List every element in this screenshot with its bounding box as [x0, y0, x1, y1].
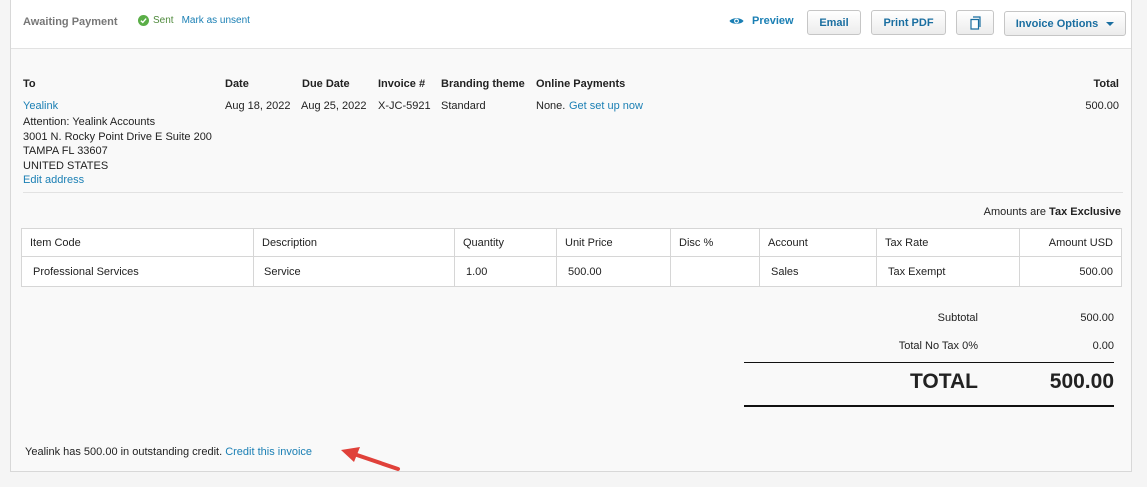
online-payments-heading: Online Payments	[536, 78, 626, 90]
cell-item-code[interactable]: Professional Services	[21, 256, 254, 287]
edit-address-link[interactable]: Edit address	[23, 173, 212, 188]
col-disc[interactable]: Disc %	[670, 228, 760, 257]
online-payments-none: None.	[536, 100, 566, 112]
branding-theme: Standard	[441, 100, 486, 112]
sent-label: Sent	[153, 15, 174, 26]
contact-link[interactable]: Yealink	[23, 100, 58, 112]
print-pdf-button[interactable]: Print PDF	[871, 10, 946, 35]
eye-icon	[729, 18, 744, 24]
cell-account[interactable]: Sales	[759, 256, 877, 287]
preview-button[interactable]: Preview	[729, 15, 794, 27]
col-amount[interactable]: Amount USD	[1019, 228, 1122, 257]
tax-mode: Tax Exclusive	[1049, 206, 1121, 218]
mark-as-unsent-link[interactable]: Mark as unsent	[182, 15, 250, 26]
to-heading: To	[23, 78, 36, 90]
chevron-down-icon	[1106, 21, 1115, 26]
contact-address: Attention: Yealink Accounts 3001 N. Rock…	[23, 115, 212, 188]
email-button[interactable]: Email	[807, 10, 861, 35]
invoice-panel: Awaiting Payment Sent Mark as unsent Pre…	[10, 0, 1132, 472]
branding-theme-heading: Branding theme	[441, 78, 525, 90]
table-row[interactable]: Professional Services Service 1.00 500.0…	[21, 256, 1122, 287]
col-account[interactable]: Account	[759, 228, 877, 257]
sent-indicator: Sent Mark as unsent	[138, 15, 250, 26]
address-line: UNITED STATES	[23, 159, 109, 172]
amounts-are-label: Amounts are	[983, 206, 1046, 218]
invoice-options-label: Invoice Options	[1015, 17, 1099, 30]
invoice-date: Aug 18, 2022	[225, 100, 291, 112]
cell-disc[interactable]	[670, 256, 760, 287]
copy-icon	[969, 15, 981, 30]
credit-invoice-link[interactable]: Credit this invoice	[225, 446, 312, 458]
cell-tax-rate[interactable]: Tax Exempt	[876, 256, 1020, 287]
invoice-status: Awaiting Payment	[23, 16, 118, 28]
due-date-heading: Due Date	[302, 78, 350, 90]
address-line: TAMPA FL 33607	[23, 145, 108, 157]
print-pdf-label: Print PDF	[883, 16, 934, 29]
totals-rule-top	[744, 362, 1114, 363]
invoice-toolbar: Awaiting Payment Sent Mark as unsent Pre…	[11, 0, 1131, 49]
invoice-number: X-JC-5921	[378, 100, 431, 112]
col-tax-rate[interactable]: Tax Rate	[876, 228, 1020, 257]
red-arrow-icon	[341, 447, 400, 471]
address-line: 3001 N. Rocky Point Drive E Suite 200	[23, 130, 212, 143]
table-header-row: Item Code Description Quantity Unit Pric…	[21, 228, 1122, 257]
col-description[interactable]: Description	[253, 228, 455, 257]
cell-quantity[interactable]: 1.00	[454, 256, 557, 287]
address-line: Attention: Yealink Accounts	[23, 116, 156, 128]
line-items-table: Item Code Description Quantity Unit Pric…	[21, 228, 1122, 287]
total-heading: Total	[1093, 78, 1119, 90]
total-value: 500.00	[1049, 370, 1114, 393]
total-label: TOTAL	[909, 370, 978, 393]
invoice-due-date: Aug 25, 2022	[301, 100, 367, 112]
cell-amount[interactable]: 500.00	[1019, 256, 1122, 287]
tax-value: 0.00	[1092, 340, 1114, 352]
invoice-total: 500.00	[1085, 100, 1119, 112]
tax-label: Total No Tax 0%	[898, 340, 978, 352]
col-unit-price[interactable]: Unit Price	[556, 228, 671, 257]
get-set-up-link[interactable]: Get set up now	[569, 100, 643, 112]
subtotal-label: Subtotal	[937, 312, 978, 324]
col-quantity[interactable]: Quantity	[454, 228, 557, 257]
credit-text: Yealink has 500.00 in outstanding credit…	[25, 446, 223, 458]
divider	[23, 192, 1123, 193]
amounts-tax-note: Amounts are Tax Exclusive	[984, 206, 1121, 218]
invoice-options-button[interactable]: Invoice Options	[1004, 11, 1126, 36]
email-label: Email	[819, 16, 849, 29]
credit-note: Yealink has 500.00 in outstanding credit…	[25, 446, 312, 458]
cell-description[interactable]: Service	[253, 256, 455, 287]
totals-rule-bottom	[744, 405, 1114, 407]
check-icon	[138, 15, 149, 26]
cell-unit-price[interactable]: 500.00	[556, 256, 671, 287]
subtotal-value: 500.00	[1080, 312, 1114, 324]
invoice-number-heading: Invoice #	[378, 78, 426, 90]
col-item-code[interactable]: Item Code	[21, 228, 254, 257]
date-heading: Date	[225, 78, 249, 90]
copy-button[interactable]	[956, 10, 994, 35]
preview-label: Preview	[752, 15, 794, 27]
